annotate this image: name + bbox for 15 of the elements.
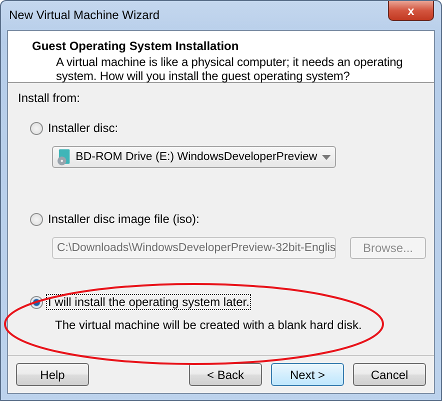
header-title: Guest Operating System Installation <box>32 39 240 53</box>
drive-dropdown[interactable]: BD-ROM Drive (E:) WindowsDeveloperPreview <box>52 146 336 168</box>
header-description: A virtual machine is like a physical computer; it needs an operating system. How will you install the guest operating system? <box>56 55 404 83</box>
window-title: New Virtual Machine Wizard <box>9 8 160 22</box>
option-label: Installer disc: <box>47 121 120 135</box>
wizard-button[interactable]: Next > <box>271 363 344 386</box>
install-from-label: Install from: <box>18 91 82 105</box>
wizard-button[interactable]: < Back <box>189 363 262 386</box>
wizard-button[interactable]: Cancel <box>353 363 426 386</box>
drive-value: BD-ROM Drive (E:) WindowsDeveloperPreview <box>76 151 318 163</box>
wizard-button[interactable]: Help <box>16 363 89 386</box>
iso-path-value: C:\Downloads\WindowsDeveloperPreview-32bit-Englis <box>57 242 336 254</box>
close-button[interactable]: x <box>388 1 434 21</box>
option-label: Installer disc image file (iso): <box>47 212 200 226</box>
option-note: The virtual machine will be created with a blank hard disk. <box>55 318 363 332</box>
